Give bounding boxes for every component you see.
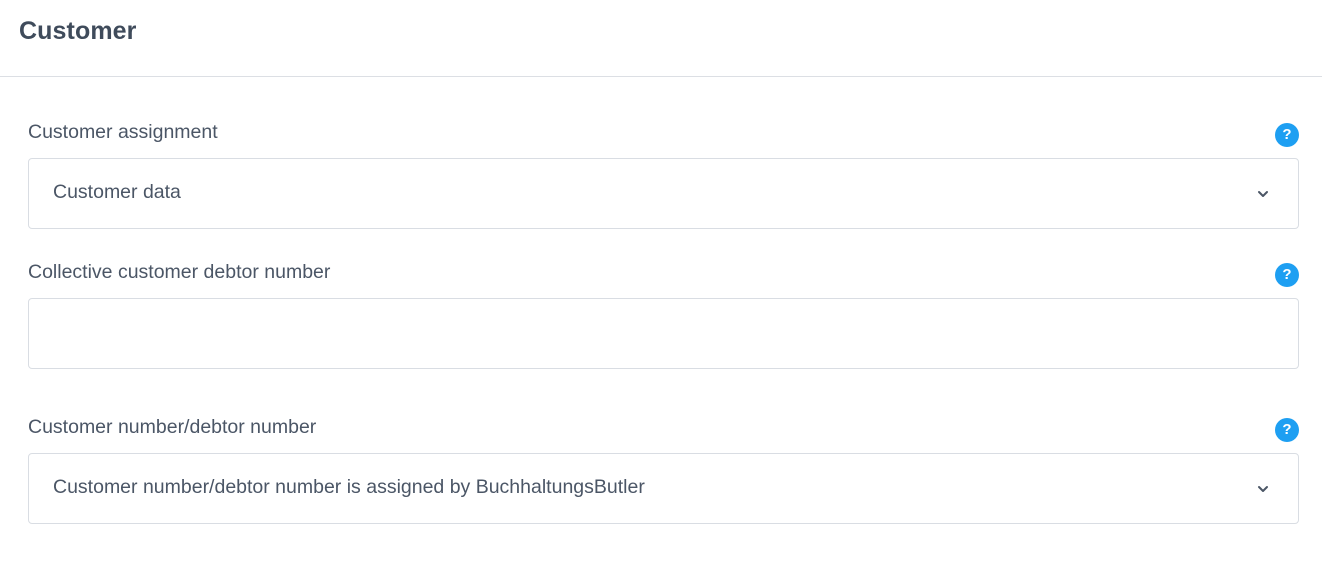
chevron-down-icon — [1258, 486, 1268, 492]
customer-assignment-label: Customer assignment — [28, 121, 218, 143]
chevron-down-icon — [1258, 191, 1268, 197]
help-icon[interactable]: ? — [1275, 418, 1299, 442]
collective-debtor-input-box — [28, 298, 1299, 369]
debtor-number-select[interactable]: Customer number/debtor number is assigne… — [28, 453, 1299, 524]
card-title: Customer — [19, 17, 137, 45]
help-icon[interactable]: ? — [1275, 263, 1299, 287]
debtor-number-label: Customer number/debtor number — [28, 416, 317, 438]
collective-debtor-input[interactable] — [29, 299, 1298, 368]
collective-debtor-field: Collective customer debtor number ? — [28, 261, 1299, 371]
collective-debtor-label: Collective customer debtor number — [28, 261, 331, 283]
customer-assignment-value: Customer data — [53, 181, 181, 203]
customer-assignment-field: Customer assignment ? Customer data — [28, 121, 1299, 231]
help-icon[interactable]: ? — [1275, 123, 1299, 147]
customer-assignment-select[interactable]: Customer data — [28, 158, 1299, 229]
card-header: Customer — [0, 0, 1322, 77]
debtor-number-value: Customer number/debtor number is assigne… — [53, 476, 645, 498]
debtor-number-field: Customer number/debtor number ? Customer… — [28, 416, 1299, 526]
